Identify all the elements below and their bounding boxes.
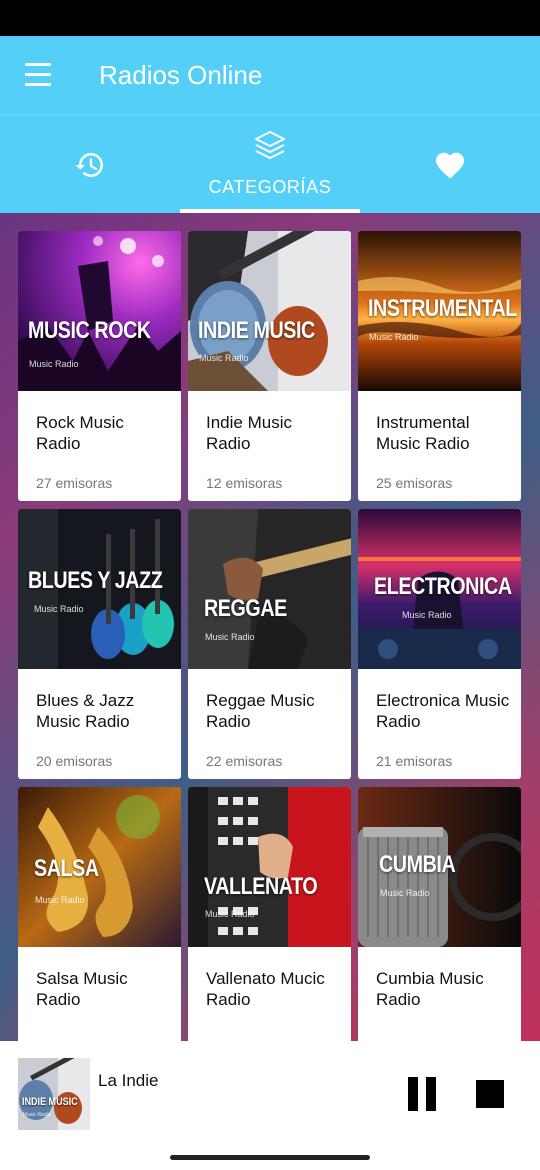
app-title: Radios Online xyxy=(99,60,263,90)
layers-icon xyxy=(255,131,285,159)
category-name: Reggae Music Radio xyxy=(206,691,315,731)
category-art-title: REGGAE xyxy=(204,595,287,622)
category-name: Cumbia Music Radio xyxy=(376,969,484,1009)
tab-categories-label: CATEGORÍAS xyxy=(208,177,332,197)
category-name: Salsa Music Radio xyxy=(36,969,128,1009)
category-image: INSTRUMENTAL Music Radio xyxy=(358,231,521,391)
category-name: Indie Music Radio xyxy=(206,413,292,453)
menu-icon-line xyxy=(25,83,51,86)
menu-icon-line xyxy=(25,73,51,76)
category-art-subtitle: Music Radio xyxy=(380,888,430,898)
app-bar: Radios Online xyxy=(0,36,540,114)
category-grid-area: MUSIC ROCK Music Radio Rock Music Radio … xyxy=(0,213,540,1041)
player-thumb-subtitle: Music Radio xyxy=(23,1112,51,1118)
history-icon xyxy=(75,153,103,177)
category-image: VALLENATO Music Radio xyxy=(188,787,351,947)
category-image: CUMBIA Music Radio xyxy=(358,787,521,947)
category-name: Rock Music Radio xyxy=(36,413,124,453)
pause-icon xyxy=(408,1077,418,1111)
category-art-subtitle: Music Radio xyxy=(34,604,84,614)
category-name: Blues & Jazz Music Radio xyxy=(36,691,135,731)
category-art-title: INDIE MUSIC xyxy=(198,317,315,344)
category-art-title: VALLENATO xyxy=(204,873,318,900)
category-name: Instrumental Music Radio xyxy=(376,413,470,453)
category-art-title: ELECTRONICA xyxy=(374,573,512,600)
category-count: 12 emisoras xyxy=(206,475,283,491)
category-image: INDIE MUSIC Music Radio xyxy=(188,231,351,391)
category-count: 21 emisoras xyxy=(376,753,453,769)
category-art-subtitle: Music Radio xyxy=(369,332,419,342)
category-art-subtitle: Music Radio xyxy=(205,632,255,642)
category-art-subtitle: Music Radio xyxy=(402,610,452,620)
category-count: 27 emisoras xyxy=(36,475,113,491)
category-art-subtitle: Music Radio xyxy=(29,359,79,369)
player-station-name: La Indie xyxy=(98,1071,159,1090)
tab-bar: CATEGORÍAS xyxy=(0,114,540,214)
category-card-indie[interactable]: INDIE MUSIC Music Radio Indie Music Radi… xyxy=(188,231,351,501)
category-art-title: MUSIC ROCK xyxy=(28,317,151,344)
category-card-electronica[interactable]: ELECTRONICA Music Radio Electronica Musi… xyxy=(358,509,521,779)
menu-button[interactable] xyxy=(22,62,54,88)
category-image: REGGAE Music Radio xyxy=(188,509,351,669)
pause-icon-bar xyxy=(426,1077,436,1111)
category-art-title: INSTRUMENTAL xyxy=(368,295,517,322)
category-card-cumbia[interactable]: CUMBIA Music Radio Cumbia Music Radio xyxy=(358,787,521,1041)
category-image: ELECTRONICA Music Radio xyxy=(358,509,521,669)
player-thumb-title: INDIE MUSIC xyxy=(22,1096,78,1108)
category-count: 22 emisoras xyxy=(206,753,283,769)
mini-player[interactable]: INDIE MUSIC Music Radio La Indie xyxy=(0,1041,540,1170)
category-count: 25 emisoras xyxy=(376,475,453,491)
player-station-thumbnail: INDIE MUSIC Music Radio xyxy=(18,1058,90,1130)
category-card-reggae[interactable]: REGGAE Music Radio Reggae Music Radio 22… xyxy=(188,509,351,779)
category-art-title: SALSA xyxy=(34,855,99,882)
stop-button[interactable] xyxy=(476,1080,504,1108)
category-art-subtitle: Music Radio xyxy=(199,353,249,363)
tab-categories[interactable]: CATEGORÍAS xyxy=(180,115,360,214)
category-card-instrumental[interactable]: INSTRUMENTAL Music Radio Instrumental Mu… xyxy=(358,231,521,501)
category-name: Vallenato Mucic Radio xyxy=(206,969,325,1009)
category-art-title: BLUES Y JAZZ xyxy=(28,567,163,594)
category-image: MUSIC ROCK Music Radio xyxy=(18,231,181,391)
category-image: SALSA Music Radio xyxy=(18,787,181,947)
category-card-vallenato[interactable]: VALLENATO Music Radio Vallenato Mucic Ra… xyxy=(188,787,351,1041)
tab-history[interactable] xyxy=(0,115,180,214)
menu-icon xyxy=(25,63,51,66)
category-image: BLUES Y JAZZ Music Radio xyxy=(18,509,181,669)
tab-favorites[interactable] xyxy=(360,115,540,214)
status-bar xyxy=(0,0,540,36)
pause-button[interactable] xyxy=(408,1077,438,1111)
category-name: Electronica Music Radio xyxy=(376,691,510,731)
category-count: 20 emisoras xyxy=(36,753,113,769)
category-art-subtitle: Music Radio xyxy=(35,895,85,905)
category-card-salsa[interactable]: SALSA Music Radio Salsa Music Radio xyxy=(18,787,181,1041)
category-art-title: CUMBIA xyxy=(379,851,456,878)
category-art-subtitle: Music Radio xyxy=(205,909,255,919)
category-card-rock[interactable]: MUSIC ROCK Music Radio Rock Music Radio … xyxy=(18,231,181,501)
home-indicator xyxy=(170,1155,370,1160)
category-card-blues-jazz[interactable]: BLUES Y JAZZ Music Radio Blues & Jazz Mu… xyxy=(18,509,181,779)
heart-icon xyxy=(436,152,464,179)
